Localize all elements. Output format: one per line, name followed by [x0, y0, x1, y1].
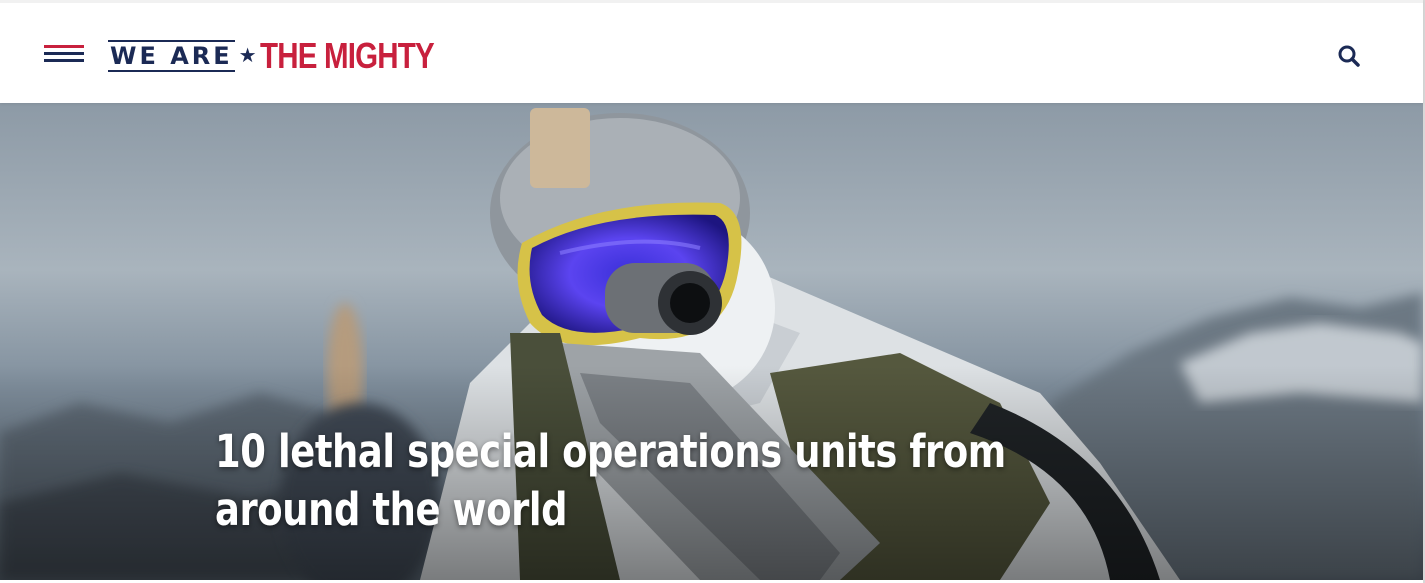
search-icon [1338, 45, 1360, 67]
hero-banner[interactable]: 10 lethal special operations units from … [0, 103, 1423, 580]
site-logo[interactable]: WE ARE ★ THE MIGHTY [108, 36, 472, 76]
logo-text-the-mighty: THE MIGHTY [259, 35, 435, 76]
hamburger-menu-icon [44, 45, 84, 48]
logo-text-we-are: WE ARE [108, 40, 235, 72]
hamburger-menu-icon-bar [44, 52, 84, 55]
hamburger-menu-icon-bar [44, 59, 84, 62]
star-icon: ★ [238, 45, 257, 67]
site-header: WE ARE ★ THE MIGHTY [0, 0, 1423, 103]
hero-article-title[interactable]: 10 lethal special operations units from … [215, 423, 1076, 539]
menu-button[interactable] [44, 44, 84, 64]
page: WE ARE ★ THE MIGHTY 10 lethal special op… [0, 0, 1425, 583]
search-button[interactable] [1336, 43, 1362, 69]
